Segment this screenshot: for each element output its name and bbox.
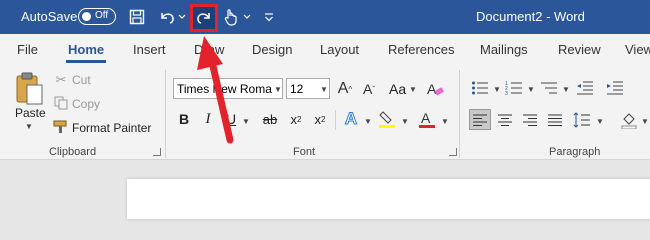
tab-home[interactable]: Home xyxy=(68,42,104,57)
decrease-indent-icon[interactable] xyxy=(575,78,595,98)
font-launcher-icon[interactable] xyxy=(449,148,457,156)
font-name-value: Times New Roma xyxy=(177,82,272,96)
multilevel-dropdown-icon[interactable]: ▼ xyxy=(562,85,570,94)
font-color-icon[interactable]: A xyxy=(416,108,438,130)
undo-icon[interactable] xyxy=(157,6,177,28)
tab-layout[interactable]: Layout xyxy=(320,42,359,57)
tab-file[interactable]: File xyxy=(17,42,38,57)
paste-icon[interactable] xyxy=(14,72,46,106)
format-painter-label[interactable]: Format Painter xyxy=(72,121,151,135)
subscript-icon[interactable]: x2 xyxy=(287,110,305,128)
group-separator xyxy=(165,70,166,158)
svg-text:3: 3 xyxy=(505,91,508,96)
bold-icon[interactable]: B xyxy=(176,110,192,128)
tab-view[interactable]: View xyxy=(625,42,650,57)
font-size-value: 12 xyxy=(290,82,304,96)
numbering-icon[interactable]: 123 xyxy=(504,78,524,98)
paste-dropdown-icon[interactable]: ▼ xyxy=(25,122,33,131)
group-separator xyxy=(459,70,460,158)
shading-dropdown-icon[interactable]: ▼ xyxy=(641,117,649,126)
paste-label[interactable]: Paste xyxy=(15,106,46,120)
change-case-dropdown-icon[interactable]: ▼ xyxy=(409,85,417,94)
numbering-dropdown-icon[interactable]: ▼ xyxy=(527,85,535,94)
paragraph-group-label: Paragraph xyxy=(549,146,601,158)
font-name-box[interactable]: Times New Roma xyxy=(173,78,283,99)
italic-icon[interactable]: I xyxy=(200,110,216,128)
underline-icon[interactable]: U xyxy=(223,110,239,128)
svg-text:A: A xyxy=(421,110,431,126)
clipboard-launcher-icon[interactable] xyxy=(153,148,161,156)
title-bar: AutoSave Off Document2 - Word xyxy=(0,0,650,34)
document-area xyxy=(0,161,650,219)
text-effects-dropdown-icon[interactable]: ▼ xyxy=(364,117,372,126)
save-icon[interactable] xyxy=(127,6,147,28)
align-left-icon[interactable] xyxy=(470,110,490,130)
shrink-font-icon[interactable]: Aˇ xyxy=(358,78,380,100)
change-case-label[interactable]: Aa xyxy=(389,81,406,97)
line-spacing-icon[interactable] xyxy=(572,110,592,130)
highlight-color-icon[interactable] xyxy=(376,108,398,130)
bullets-dropdown-icon[interactable]: ▼ xyxy=(493,85,501,94)
clear-formatting-icon[interactable]: A xyxy=(424,78,446,100)
font-group-label: Font xyxy=(293,146,316,158)
cut-label: Cut xyxy=(72,73,91,87)
strikethrough-icon[interactable]: ab xyxy=(259,110,281,128)
copy-icon xyxy=(53,95,69,111)
align-center-icon[interactable] xyxy=(495,110,515,130)
autosave-toggle[interactable]: Off xyxy=(78,8,116,25)
increase-indent-icon[interactable] xyxy=(605,78,625,98)
align-right-icon[interactable] xyxy=(520,110,540,130)
undo-dropdown-icon[interactable] xyxy=(178,6,186,28)
grow-font-icon[interactable]: A ^ xyxy=(334,78,356,100)
touch-mode-icon[interactable] xyxy=(222,6,240,28)
tab-mailings[interactable]: Mailings xyxy=(480,42,528,57)
line-spacing-dropdown-icon[interactable]: ▼ xyxy=(596,117,604,126)
font-name-dropdown-icon[interactable]: ▼ xyxy=(274,85,282,94)
bullets-icon[interactable] xyxy=(470,78,490,98)
tab-draw[interactable]: Draw xyxy=(194,42,224,57)
tab-references[interactable]: References xyxy=(388,42,454,57)
tab-review[interactable]: Review xyxy=(558,42,601,57)
autosave-state: Off xyxy=(95,10,109,21)
redo-icon[interactable] xyxy=(193,6,215,28)
document-page[interactable] xyxy=(127,179,650,219)
cut-icon: ✂ xyxy=(55,72,67,87)
font-inner-separator xyxy=(335,110,336,130)
format-painter-icon[interactable] xyxy=(52,119,70,135)
text-effects-icon[interactable]: A xyxy=(340,108,362,130)
superscript-icon[interactable]: x2 xyxy=(311,110,329,128)
underline-dropdown-icon[interactable]: ▼ xyxy=(242,117,250,126)
font-size-dropdown-icon[interactable]: ▼ xyxy=(320,85,328,94)
multilevel-list-icon[interactable] xyxy=(539,78,559,98)
clipboard-group-label: Clipboard xyxy=(49,146,97,158)
ribbon: Paste ▼ ✂ Cut Copy Format Painter Clipbo… xyxy=(0,64,650,160)
tab-insert[interactable]: Insert xyxy=(133,42,166,57)
active-tab-indicator xyxy=(66,60,106,63)
document-title: Document2 - Word xyxy=(476,9,585,24)
touch-dropdown-icon[interactable] xyxy=(243,6,251,28)
justify-icon[interactable] xyxy=(545,110,565,130)
toggle-knob xyxy=(82,11,91,21)
tab-design[interactable]: Design xyxy=(252,42,292,57)
font-color-dropdown-icon[interactable]: ▼ xyxy=(441,117,449,126)
highlight-dropdown-icon[interactable]: ▼ xyxy=(401,117,409,126)
copy-label: Copy xyxy=(72,97,101,111)
svg-text:A: A xyxy=(427,81,437,97)
customize-toolbar-icon[interactable] xyxy=(264,6,274,28)
autosave-label: AutoSave xyxy=(21,9,78,24)
shading-icon[interactable] xyxy=(619,110,639,130)
